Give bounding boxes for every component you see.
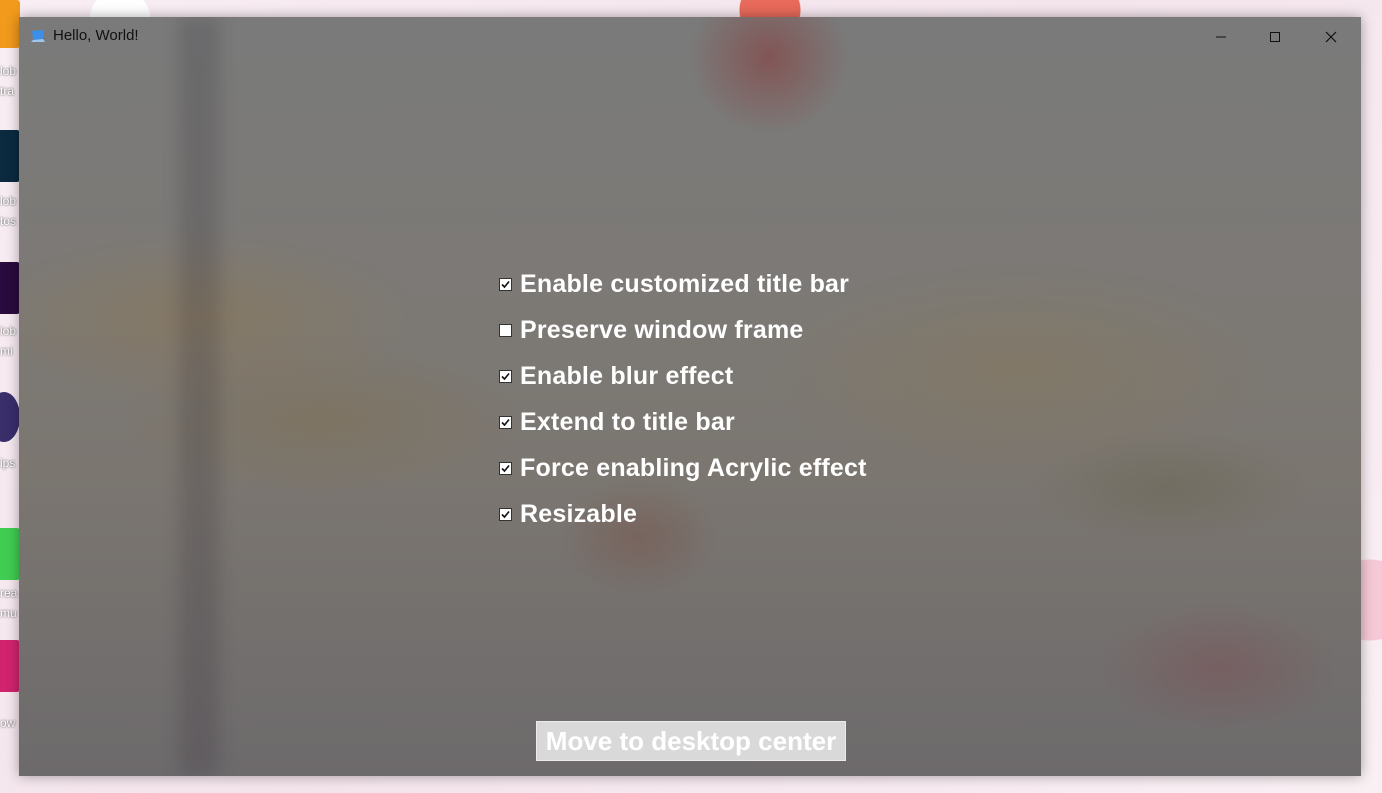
option-extend-title-bar[interactable]: Extend to title bar xyxy=(499,399,867,445)
desktop-label: rea xyxy=(0,586,18,600)
checkmark-icon xyxy=(501,280,510,288)
desktop-label: ow xyxy=(0,716,16,730)
option-blur-effect[interactable]: Enable blur effect xyxy=(499,353,867,399)
desktop-label: lob xyxy=(0,194,17,208)
minimize-button[interactable] xyxy=(1193,17,1249,57)
illustrator-icon[interactable] xyxy=(0,0,20,48)
option-label[interactable]: Enable customized title bar xyxy=(520,270,849,299)
main-window: Hello, World! Enable customized title ba… xyxy=(19,17,1361,776)
close-button[interactable] xyxy=(1303,17,1359,57)
desktop-label: tos xyxy=(0,214,17,228)
photoshop-icon[interactable] xyxy=(0,130,20,182)
option-label[interactable]: Resizable xyxy=(520,500,637,529)
checkbox-blur-effect[interactable] xyxy=(499,369,512,383)
checkbox-custom-title-bar[interactable] xyxy=(499,277,512,291)
options-list: Enable customized title bar Preserve win… xyxy=(499,261,867,537)
move-to-center-button[interactable]: Move to desktop center xyxy=(536,721,846,761)
premiere-icon[interactable] xyxy=(0,262,20,314)
option-preserve-window-frame[interactable]: Preserve window frame xyxy=(499,307,867,353)
checkbox-preserve-window-frame[interactable] xyxy=(499,323,512,337)
desktop-label: lob xyxy=(0,64,17,78)
move-to-center-label: Move to desktop center xyxy=(545,725,837,756)
app-shortcut-icon[interactable] xyxy=(0,640,20,692)
blur-background-shape xyxy=(179,17,219,776)
checkmark-icon xyxy=(501,372,510,380)
checkbox-resizable[interactable] xyxy=(499,507,512,521)
option-label[interactable]: Preserve window frame xyxy=(520,316,804,345)
maximize-icon xyxy=(1270,32,1280,42)
qt-creator-icon[interactable] xyxy=(0,528,20,580)
close-icon xyxy=(1325,31,1337,43)
desktop-label: ips xyxy=(0,456,16,470)
checkmark-icon xyxy=(501,510,510,518)
option-label[interactable]: Enable blur effect xyxy=(520,362,733,391)
desktop-label: lob xyxy=(0,324,17,338)
desktop-label: tra xyxy=(0,84,15,98)
app-icon xyxy=(31,30,45,42)
checkmark-icon xyxy=(501,464,510,472)
desktop-label: mu xyxy=(0,606,17,620)
option-custom-title-bar[interactable]: Enable customized title bar xyxy=(499,261,867,307)
checkbox-force-acrylic[interactable] xyxy=(499,461,512,475)
title-bar[interactable]: Hello, World! xyxy=(19,17,1361,57)
option-resizable[interactable]: Resizable xyxy=(499,491,867,537)
window-title: Hello, World! xyxy=(53,27,139,44)
option-label[interactable]: Force enabling Acrylic effect xyxy=(520,454,867,483)
checkbox-extend-title-bar[interactable] xyxy=(499,415,512,429)
eclipse-icon[interactable] xyxy=(0,392,20,442)
option-force-acrylic[interactable]: Force enabling Acrylic effect xyxy=(499,445,867,491)
desktop-label: mi xyxy=(0,344,13,358)
checkmark-icon xyxy=(501,418,510,426)
maximize-button[interactable] xyxy=(1247,17,1303,57)
minimize-icon xyxy=(1216,36,1226,38)
option-label[interactable]: Extend to title bar xyxy=(520,408,735,437)
